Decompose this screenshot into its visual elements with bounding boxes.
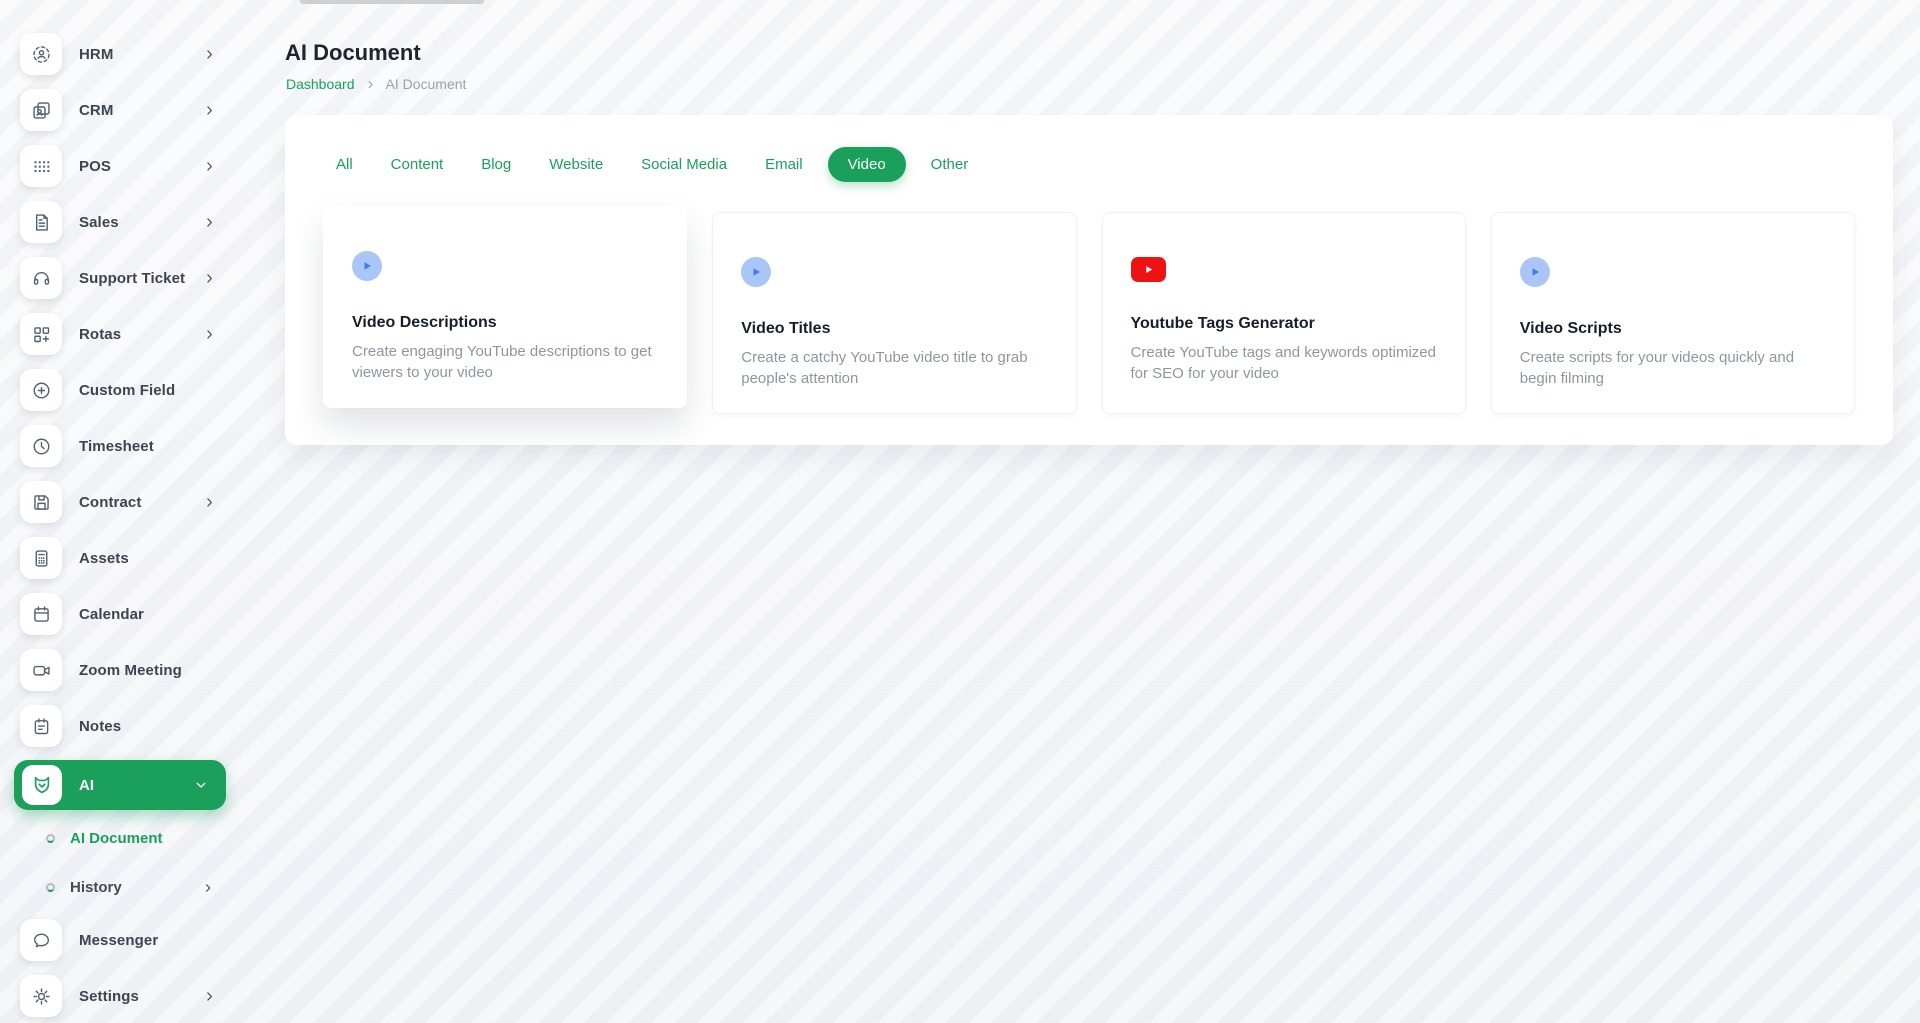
sidebar-item-pos[interactable]: POS	[0, 138, 240, 194]
sidebar-item-messenger[interactable]: Messenger	[0, 912, 240, 968]
card-title: Youtube Tags Generator	[1131, 315, 1437, 333]
sidebar-item-rotas[interactable]: Rotas	[0, 306, 240, 362]
main-content: AI Document Dashboard AI Document All Co…	[240, 0, 1920, 1023]
card-description: Create engaging YouTube descriptions to …	[352, 341, 658, 384]
card-title: Video Scripts	[1520, 320, 1826, 338]
sidebar-item-support-ticket[interactable]: Support Ticket	[0, 250, 240, 306]
headphones-icon	[20, 257, 62, 299]
card-title: Video Titles	[741, 320, 1047, 338]
sidebar-item-label: Rotas	[79, 326, 121, 343]
clock-icon	[20, 425, 62, 467]
card-youtube-tags-generator[interactable]: Youtube Tags Generator Create YouTube ta…	[1102, 212, 1466, 414]
breadcrumb-chevron-icon	[365, 79, 376, 90]
sidebar-subitem-ai-document[interactable]: AI Document	[0, 814, 240, 863]
sidebar-item-label: Messenger	[79, 932, 158, 949]
chevron-right-icon	[203, 48, 216, 61]
tab-all[interactable]: All	[323, 147, 366, 182]
breadcrumb-current: AI Document	[386, 76, 467, 92]
chevron-down-icon	[194, 778, 208, 792]
tab-video-active[interactable]: Video	[828, 147, 906, 182]
chevron-right-icon	[203, 216, 216, 229]
tab-social-media[interactable]: Social Media	[628, 147, 740, 182]
floppy-disk-icon	[20, 481, 62, 523]
tab-blog[interactable]: Blog	[468, 147, 524, 182]
sidebar-item-label: AI	[79, 777, 94, 794]
ai-document-panel: All Content Blog Website Social Media Em…	[285, 115, 1893, 445]
sidebar-item-custom-field[interactable]: Custom Field	[0, 362, 240, 418]
sidebar-subitem-history[interactable]: History	[0, 863, 240, 912]
sidebar-subitem-label: History	[70, 879, 122, 896]
sidebar-item-label: Timesheet	[79, 438, 154, 455]
dots-grid-icon	[20, 145, 62, 187]
gear-icon	[20, 975, 62, 1017]
document-icon	[20, 201, 62, 243]
sidebar-item-calendar[interactable]: Calendar	[0, 586, 240, 642]
user-focus-icon	[20, 33, 62, 75]
video-camera-icon	[20, 649, 62, 691]
card-description: Create scripts for your videos quickly a…	[1520, 347, 1826, 390]
sidebar-item-zoom-meeting[interactable]: Zoom Meeting	[0, 642, 240, 698]
grid-plus-icon	[20, 313, 62, 355]
tab-content[interactable]: Content	[378, 147, 457, 182]
sidebar-item-crm[interactable]: CRM	[0, 82, 240, 138]
play-circle-icon	[352, 251, 382, 281]
card-title: Video Descriptions	[352, 314, 658, 332]
tab-website[interactable]: Website	[536, 147, 616, 182]
calculator-icon	[20, 537, 62, 579]
contacts-icon	[20, 89, 62, 131]
play-circle-icon	[1520, 257, 1550, 287]
sidebar-item-timesheet[interactable]: Timesheet	[0, 418, 240, 474]
chat-bubble-icon	[20, 919, 62, 961]
sidebar-item-notes[interactable]: Notes	[0, 698, 240, 754]
circle-plus-icon	[20, 369, 62, 411]
sidebar-item-label: Notes	[79, 718, 121, 735]
sidebar-item-hrm[interactable]: HRM	[0, 26, 240, 82]
chevron-right-icon	[203, 990, 216, 1003]
sidebar-item-contract[interactable]: Contract	[0, 474, 240, 530]
chevron-right-icon	[203, 160, 216, 173]
sidebar-item-label: HRM	[79, 46, 113, 63]
sidebar-item-label: Contract	[79, 494, 141, 511]
page-title: AI Document	[240, 0, 1920, 66]
fox-head-icon	[22, 765, 62, 805]
card-video-descriptions[interactable]: Video Descriptions Create engaging YouTu…	[323, 206, 687, 408]
chevron-right-icon	[203, 328, 216, 341]
ring-bullet-icon	[46, 834, 55, 843]
sidebar-subitem-label: AI Document	[70, 830, 163, 847]
sidebar-item-label: POS	[79, 158, 111, 175]
sidebar-item-label: Calendar	[79, 606, 144, 623]
sidebar-item-label: Support Ticket	[79, 270, 185, 287]
chevron-right-icon	[203, 272, 216, 285]
card-video-scripts[interactable]: Video Scripts Create scripts for your vi…	[1491, 212, 1855, 414]
card-description: Create a catchy YouTube video title to g…	[741, 347, 1047, 390]
sidebar-item-label: Custom Field	[79, 382, 175, 399]
sidebar-item-assets[interactable]: Assets	[0, 530, 240, 586]
category-tabs: All Content Blog Website Social Media Em…	[323, 147, 1855, 182]
template-cards: Video Descriptions Create engaging YouTu…	[323, 212, 1855, 414]
sidebar-item-label: CRM	[79, 102, 113, 119]
sidebar-item-sales[interactable]: Sales	[0, 194, 240, 250]
tab-email[interactable]: Email	[752, 147, 816, 182]
notepad-icon	[20, 705, 62, 747]
calendar-icon	[20, 593, 62, 635]
chevron-right-icon	[203, 496, 216, 509]
sidebar: HRM CRM POS Sales	[0, 0, 240, 1023]
sidebar-item-label: Settings	[79, 988, 139, 1005]
tab-other[interactable]: Other	[918, 147, 982, 182]
ring-bullet-icon	[46, 883, 55, 892]
sidebar-item-label: Sales	[79, 214, 119, 231]
breadcrumb: Dashboard AI Document	[240, 66, 1920, 92]
play-circle-icon	[741, 257, 771, 287]
sidebar-item-settings[interactable]: Settings	[0, 968, 240, 1023]
breadcrumb-dashboard-link[interactable]: Dashboard	[286, 76, 355, 92]
chevron-right-icon	[203, 104, 216, 117]
card-description: Create YouTube tags and keywords optimiz…	[1131, 342, 1437, 385]
card-video-titles[interactable]: Video Titles Create a catchy YouTube vid…	[712, 212, 1076, 414]
sidebar-item-ai-active[interactable]: AI	[14, 760, 226, 810]
sidebar-item-label: Zoom Meeting	[79, 662, 182, 679]
sidebar-item-label: Assets	[79, 550, 129, 567]
youtube-icon	[1131, 257, 1166, 282]
chevron-right-icon	[202, 882, 214, 894]
